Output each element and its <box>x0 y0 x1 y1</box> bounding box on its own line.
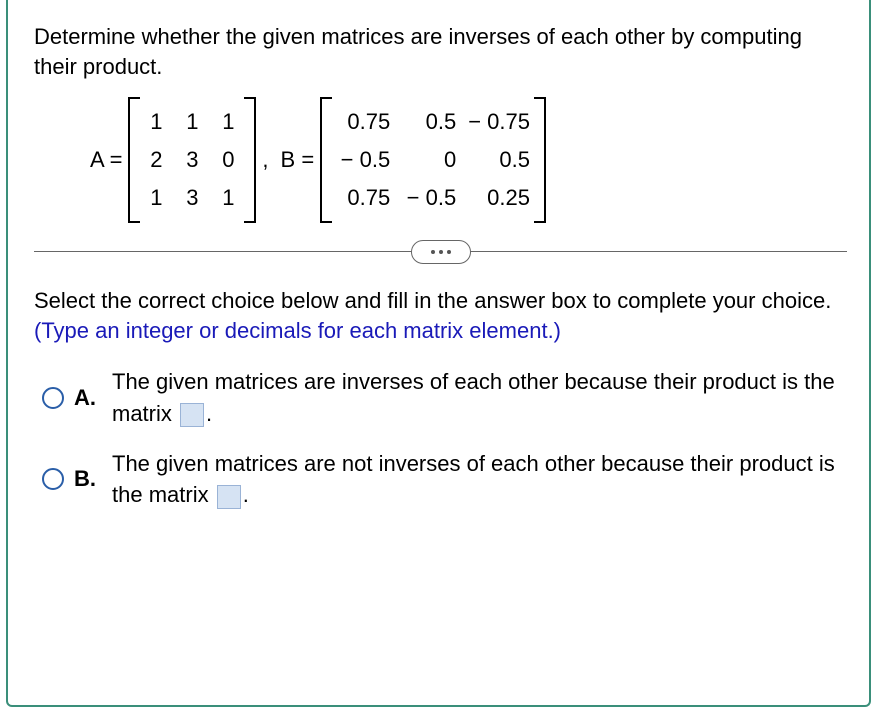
matrix-b-cell: 0.75 <box>330 179 396 217</box>
choice-b-text: The given matrices are not inverses of e… <box>112 448 847 512</box>
radio-b[interactable] <box>42 468 64 490</box>
matrix-a-cell: 3 <box>174 141 210 179</box>
matrix-b-cell: 0.5 <box>396 103 462 141</box>
matrix-b-cell: − 0.5 <box>330 141 396 179</box>
matrix-b-cell: 0.75 <box>330 103 396 141</box>
matrix-a-cell: 3 <box>174 179 210 217</box>
matrix-b: 0.75 0.5 − 0.75 − 0.5 0 0.5 0.75 − 0.5 0… <box>320 97 546 223</box>
matrix-a-cell: 0 <box>210 141 246 179</box>
choice-b-label: B. <box>74 466 102 492</box>
choice-b[interactable]: B. The given matrices are not inverses o… <box>42 448 847 512</box>
matrix-b-cell: 0.5 <box>462 141 536 179</box>
dots-icon <box>439 250 443 254</box>
dots-icon <box>447 250 451 254</box>
matrix-b-label: B = <box>275 147 321 173</box>
question-prompt: Determine whether the given matrices are… <box>34 22 847 81</box>
choice-a-text-after: . <box>206 401 212 426</box>
choice-b-text-after: . <box>243 482 249 507</box>
matrix-a-cell: 1 <box>210 103 246 141</box>
matrix-b-cell: − 0.75 <box>462 103 536 141</box>
choice-a-text: The given matrices are inverses of each … <box>112 366 847 430</box>
matrix-b-cell: 0.25 <box>462 179 536 217</box>
matrix-a-cell: 1 <box>174 103 210 141</box>
matrix-b-cell: − 0.5 <box>396 179 462 217</box>
matrix-a: 1 1 1 2 3 0 1 3 1 <box>128 97 256 223</box>
matrix-a-cell: 1 <box>138 179 174 217</box>
expand-button[interactable] <box>411 240 471 264</box>
dots-icon <box>431 250 435 254</box>
choice-a-text-before: The given matrices are inverses of each … <box>112 369 835 426</box>
choice-a-label: A. <box>74 385 102 411</box>
select-hint: (Type an integer or decimals for each ma… <box>34 318 561 343</box>
matrix-separator: , <box>256 147 274 173</box>
select-prompt: Select the correct choice below and fill… <box>34 288 831 313</box>
radio-a[interactable] <box>42 387 64 409</box>
matrix-b-cell: 0 <box>396 141 462 179</box>
answer-box-a[interactable] <box>180 403 204 427</box>
matrix-a-cell: 1 <box>210 179 246 217</box>
answer-box-b[interactable] <box>217 485 241 509</box>
choice-a[interactable]: A. The given matrices are inverses of ea… <box>42 366 847 430</box>
matrices-block: A = 1 1 1 2 3 0 1 3 1 <box>84 97 847 223</box>
matrix-a-label: A = <box>84 147 128 173</box>
matrix-a-cell: 1 <box>138 103 174 141</box>
matrix-a-cell: 2 <box>138 141 174 179</box>
